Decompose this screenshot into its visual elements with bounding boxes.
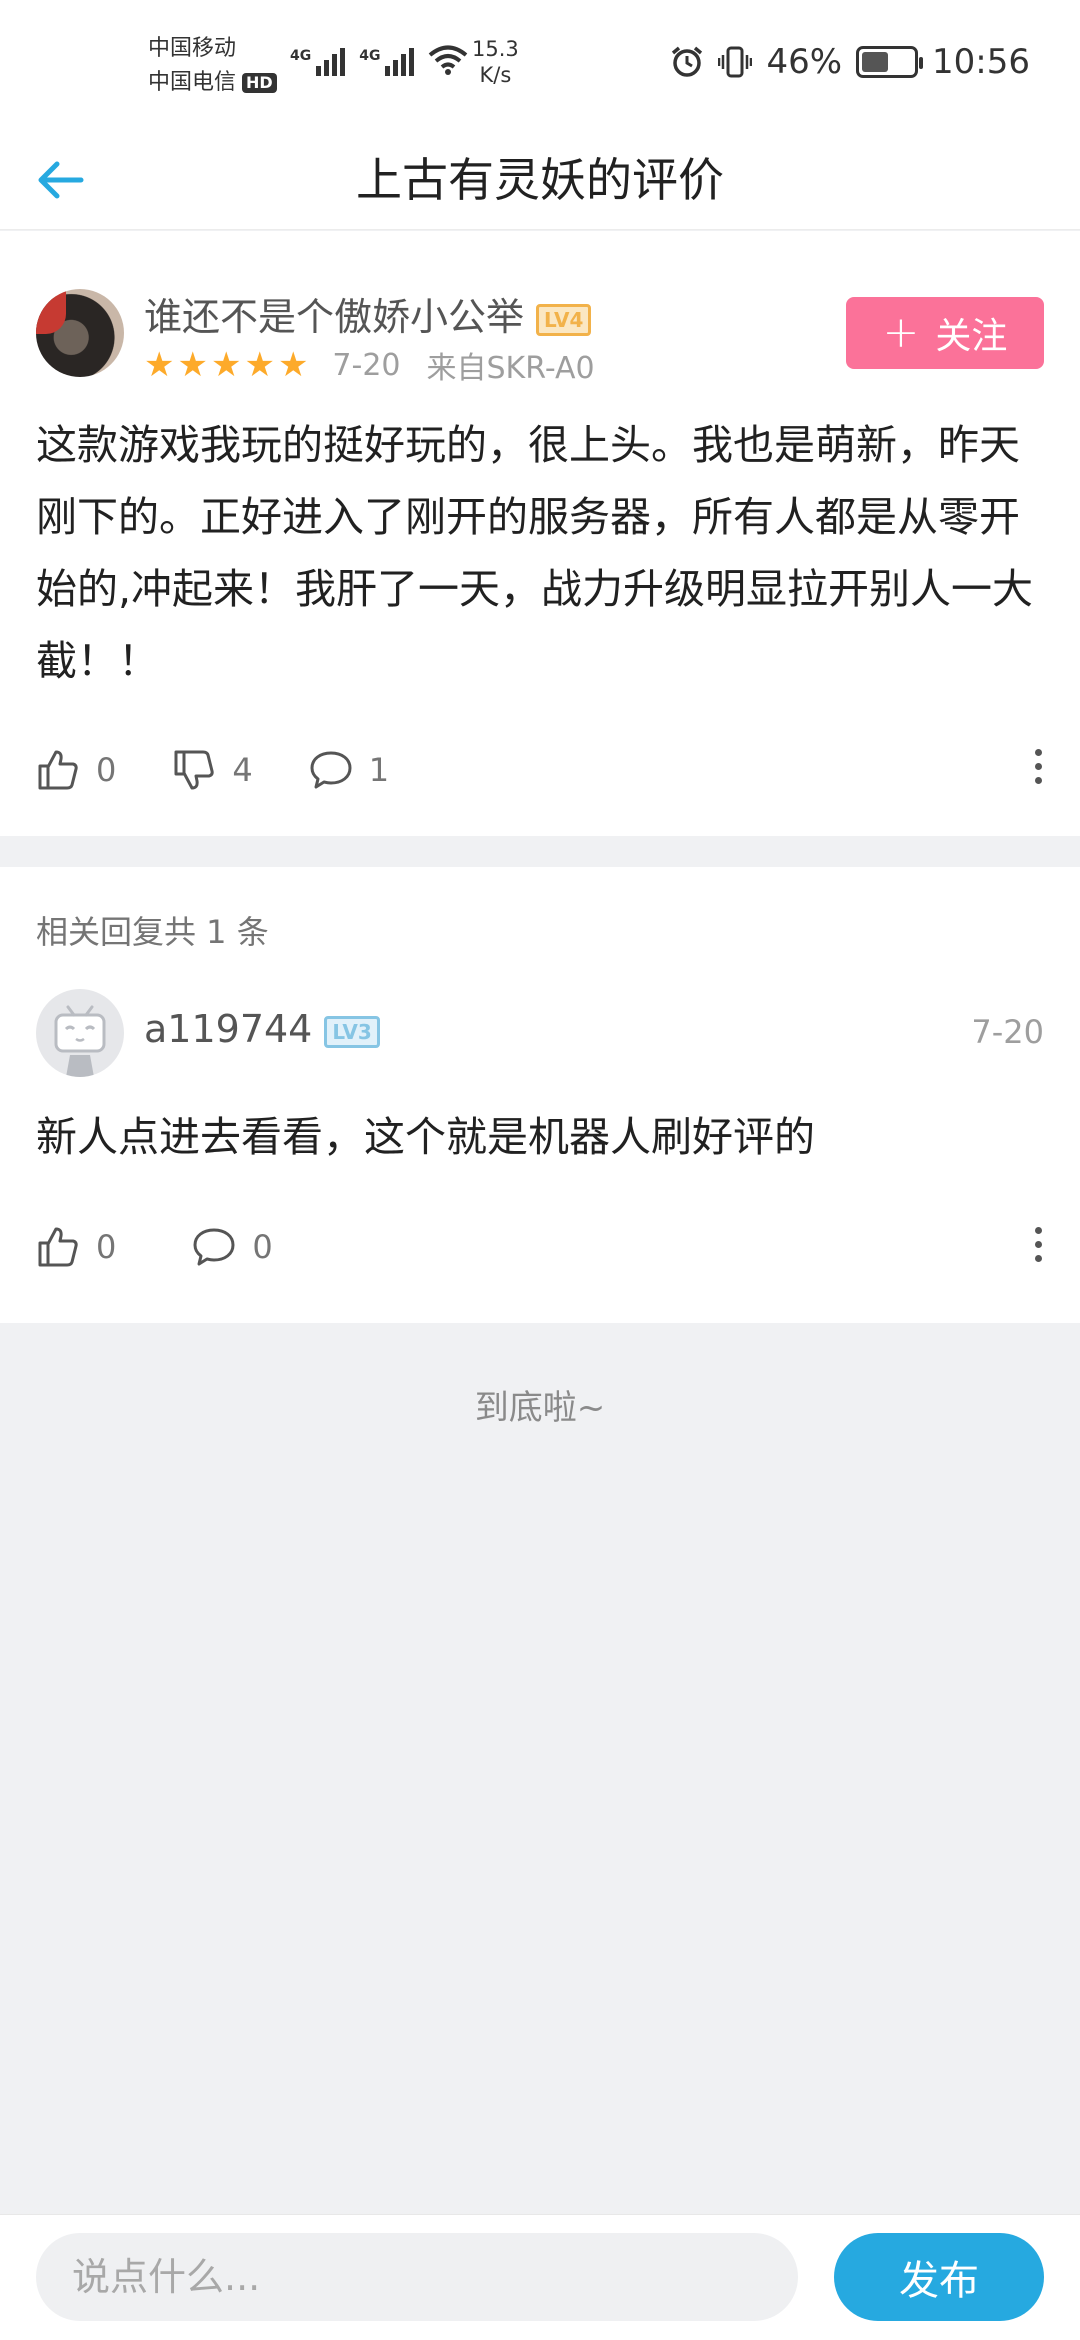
dislike-count: 4 <box>232 751 253 789</box>
wifi-icon <box>429 45 468 75</box>
status-bar: 中国移动 中国电信 HD 4G 4G 15.3 K/s 46% 10:56 <box>0 0 1080 130</box>
like-button[interactable]: 0 <box>36 1225 116 1269</box>
reply-author[interactable]: a119744 LV3 <box>144 1007 380 1051</box>
star-icon: ★ <box>277 345 309 385</box>
reply-date: 7-20 <box>971 1013 1044 1051</box>
replies-count: 相关回复共 1 条 <box>36 913 269 951</box>
clock: 10:56 <box>932 42 1030 82</box>
comment-icon <box>310 751 352 789</box>
thumbs-up-icon <box>38 750 78 790</box>
signal-icon: 4G <box>290 48 346 76</box>
thumbs-down-icon <box>174 750 215 790</box>
default-avatar-icon <box>54 1005 106 1077</box>
thumbs-up-icon <box>38 1227 78 1267</box>
signal-indicators: 4G 4G <box>290 44 468 76</box>
more-dots-icon <box>1034 749 1042 756</box>
carrier-2: 中国电信 <box>148 70 237 95</box>
review-author[interactable]: 谁还不是个傲娇小公举 LV4 <box>144 286 592 341</box>
dislike-button[interactable]: 4 <box>172 748 253 792</box>
comment-icon <box>193 1228 235 1266</box>
network-type-2: 4G <box>359 48 381 64</box>
comment-count: 0 <box>252 1228 273 1266</box>
review-card: 谁还不是个傲娇小公举 LV4 ★ ★ ★ ★ ★ 7-20 来自SKR-A0 + … <box>0 231 1080 836</box>
battery-icon <box>856 46 924 78</box>
level-badge: LV3 <box>324 1015 380 1048</box>
follow-button[interactable]: + 关注 <box>846 297 1044 369</box>
avatar[interactable] <box>36 289 124 377</box>
more-options-button[interactable] <box>1028 749 1048 784</box>
reply-actions: 0 0 <box>36 1225 329 1269</box>
signal-icon: 4G <box>359 48 415 76</box>
replies-section: 相关回复共 1 条 a119744 LV3 7-20 新人点进去看看，这个就是机器… <box>0 867 1080 1323</box>
publish-button[interactable]: 发布 <box>834 2233 1044 2321</box>
plus-icon: + <box>882 307 920 358</box>
star-rating: ★ ★ ★ ★ ★ <box>144 348 308 382</box>
review-username[interactable]: 谁还不是个傲娇小公举 <box>144 295 524 339</box>
review-meta: ★ ★ ★ ★ ★ 7-20 来自SKR-A0 <box>144 343 595 387</box>
carrier-1: 中国移动 <box>148 36 237 61</box>
more-options-button[interactable] <box>1028 1227 1048 1262</box>
more-dots-icon <box>1034 1227 1042 1234</box>
battery-percent: 46% <box>766 42 843 82</box>
reply-text: 新人点进去看看，这个就是机器人刷好评的 <box>36 1113 815 1161</box>
reply-username[interactable]: a119744 <box>144 1007 312 1051</box>
like-count: 0 <box>96 751 117 789</box>
network-type-1: 4G <box>290 48 312 64</box>
comment-composer: 发布 <box>0 2214 1080 2340</box>
like-count: 0 <box>96 1228 117 1266</box>
review-device: 来自SKR-A0 <box>426 351 595 386</box>
comment-button[interactable]: 0 <box>192 1225 273 1269</box>
star-icon: ★ <box>210 345 242 385</box>
level-badge: LV4 <box>536 303 592 336</box>
avatar[interactable] <box>36 989 124 1077</box>
star-icon: ★ <box>244 345 275 385</box>
page-title: 上古有灵妖的评价 <box>356 153 724 207</box>
comment-input[interactable] <box>36 2233 798 2321</box>
star-icon: ★ <box>144 345 175 385</box>
alarm-icon <box>672 46 703 77</box>
star-icon: ★ <box>177 345 208 385</box>
review-date: 7-20 <box>332 347 401 383</box>
top-app-bar: 上古有灵妖的评价 <box>0 130 1080 230</box>
vibrate-icon <box>718 46 753 78</box>
follow-label: 关注 <box>935 316 1008 357</box>
review-text: 这款游戏我玩的挺好玩的，很上头。我也是萌新，昨天刚下的。正好进入了刚开的服务器，… <box>36 421 1034 685</box>
status-right: 46% 10:56 <box>670 42 1030 82</box>
comment-count: 1 <box>368 751 390 789</box>
like-button[interactable]: 0 <box>36 748 116 792</box>
network-speed: 15.3 K/s <box>472 37 519 87</box>
comment-button[interactable]: 1 <box>309 748 389 792</box>
review-actions: 0 4 1 <box>36 748 445 792</box>
carrier-info: 中国移动 中国电信 HD <box>148 32 277 100</box>
end-of-list-note: 到底啦~ <box>474 1388 606 1428</box>
hd-badge: HD <box>242 73 277 93</box>
